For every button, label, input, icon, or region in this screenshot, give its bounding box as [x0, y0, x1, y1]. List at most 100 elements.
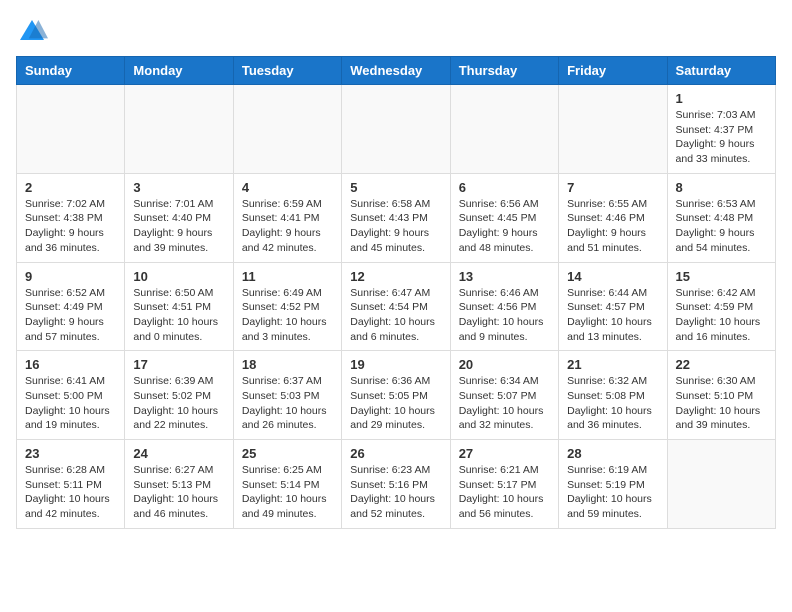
- day-number: 8: [676, 180, 767, 195]
- day-number: 27: [459, 446, 550, 461]
- day-number: 13: [459, 269, 550, 284]
- day-number: 15: [676, 269, 767, 284]
- day-cell: 25 Sunrise: 6:25 AM Sunset: 5:14 PM Dayli…: [233, 440, 341, 529]
- day-info: Sunrise: 6:21 AM Sunset: 5:17 PM Dayligh…: [459, 463, 550, 522]
- day-info: Sunrise: 6:28 AM Sunset: 5:11 PM Dayligh…: [25, 463, 116, 522]
- day-number: 2: [25, 180, 116, 195]
- day-number: 19: [350, 357, 441, 372]
- day-number: 16: [25, 357, 116, 372]
- day-cell: [559, 85, 667, 174]
- day-cell: 9 Sunrise: 6:52 AM Sunset: 4:49 PM Daylig…: [17, 262, 125, 351]
- header-monday: Monday: [125, 57, 233, 85]
- week-row-1: 2 Sunrise: 7:02 AM Sunset: 4:38 PM Daylig…: [17, 173, 776, 262]
- day-cell: [233, 85, 341, 174]
- day-number: 20: [459, 357, 550, 372]
- day-number: 18: [242, 357, 333, 372]
- header-friday: Friday: [559, 57, 667, 85]
- day-number: 24: [133, 446, 224, 461]
- day-number: 14: [567, 269, 658, 284]
- day-info: Sunrise: 6:30 AM Sunset: 5:10 PM Dayligh…: [676, 374, 767, 433]
- day-cell: 2 Sunrise: 7:02 AM Sunset: 4:38 PM Daylig…: [17, 173, 125, 262]
- day-info: Sunrise: 7:02 AM Sunset: 4:38 PM Dayligh…: [25, 197, 116, 256]
- day-cell: 14Sunrise: 6:44 AM Sunset: 4:57 PM Dayli…: [559, 262, 667, 351]
- day-number: 28: [567, 446, 658, 461]
- day-number: 21: [567, 357, 658, 372]
- day-info: Sunrise: 6:36 AM Sunset: 5:05 PM Dayligh…: [350, 374, 441, 433]
- day-cell: 11 Sunrise: 6:49 AM Sunset: 4:52 PM Dayli…: [233, 262, 341, 351]
- day-info: Sunrise: 6:41 AM Sunset: 5:00 PM Dayligh…: [25, 374, 116, 433]
- day-info: Sunrise: 6:56 AM Sunset: 4:45 PM Dayligh…: [459, 197, 550, 256]
- day-info: Sunrise: 6:25 AM Sunset: 5:14 PM Dayligh…: [242, 463, 333, 522]
- day-info: Sunrise: 6:58 AM Sunset: 4:43 PM Dayligh…: [350, 197, 441, 256]
- day-number: 22: [676, 357, 767, 372]
- header-row: SundayMondayTuesdayWednesdayThursdayFrid…: [17, 57, 776, 85]
- day-cell: 10Sunrise: 6:50 AM Sunset: 4:51 PM Dayli…: [125, 262, 233, 351]
- day-info: Sunrise: 6:52 AM Sunset: 4:49 PM Dayligh…: [25, 286, 116, 345]
- day-info: Sunrise: 7:01 AM Sunset: 4:40 PM Dayligh…: [133, 197, 224, 256]
- day-cell: 1Sunrise: 7:03 AM Sunset: 4:37 PM Daylig…: [667, 85, 775, 174]
- day-number: 11: [242, 269, 333, 284]
- day-number: 6: [459, 180, 550, 195]
- day-info: Sunrise: 6:23 AM Sunset: 5:16 PM Dayligh…: [350, 463, 441, 522]
- day-number: 3: [133, 180, 224, 195]
- day-info: Sunrise: 6:37 AM Sunset: 5:03 PM Dayligh…: [242, 374, 333, 433]
- week-row-3: 16 Sunrise: 6:41 AM Sunset: 5:00 PM Dayli…: [17, 351, 776, 440]
- day-info: Sunrise: 6:39 AM Sunset: 5:02 PM Dayligh…: [133, 374, 224, 433]
- day-info: Sunrise: 6:42 AM Sunset: 4:59 PM Dayligh…: [676, 286, 767, 345]
- day-info: Sunrise: 6:55 AM Sunset: 4:46 PM Dayligh…: [567, 197, 658, 256]
- day-cell: 13 Sunrise: 6:46 AM Sunset: 4:56 PM Dayli…: [450, 262, 558, 351]
- day-cell: [342, 85, 450, 174]
- week-row-4: 23 Sunrise: 6:28 AM Sunset: 5:11 PM Dayli…: [17, 440, 776, 529]
- day-info: Sunrise: 6:34 AM Sunset: 5:07 PM Dayligh…: [459, 374, 550, 433]
- day-cell: 7 Sunrise: 6:55 AM Sunset: 4:46 PM Daylig…: [559, 173, 667, 262]
- header-saturday: Saturday: [667, 57, 775, 85]
- day-cell: 12Sunrise: 6:47 AM Sunset: 4:54 PM Dayli…: [342, 262, 450, 351]
- header-thursday: Thursday: [450, 57, 558, 85]
- header-wednesday: Wednesday: [342, 57, 450, 85]
- day-cell: 4 Sunrise: 6:59 AM Sunset: 4:41 PM Daylig…: [233, 173, 341, 262]
- day-info: Sunrise: 6:53 AM Sunset: 4:48 PM Dayligh…: [676, 197, 767, 256]
- day-number: 17: [133, 357, 224, 372]
- day-info: Sunrise: 6:59 AM Sunset: 4:41 PM Dayligh…: [242, 197, 333, 256]
- day-cell: 6 Sunrise: 6:56 AM Sunset: 4:45 PM Daylig…: [450, 173, 558, 262]
- day-cell: 27 Sunrise: 6:21 AM Sunset: 5:17 PM Dayli…: [450, 440, 558, 529]
- day-cell: [125, 85, 233, 174]
- day-number: 4: [242, 180, 333, 195]
- day-number: 25: [242, 446, 333, 461]
- day-cell: 24 Sunrise: 6:27 AM Sunset: 5:13 PM Dayli…: [125, 440, 233, 529]
- logo-icon: [16, 16, 48, 48]
- day-info: Sunrise: 6:49 AM Sunset: 4:52 PM Dayligh…: [242, 286, 333, 345]
- day-number: 26: [350, 446, 441, 461]
- day-cell: 23 Sunrise: 6:28 AM Sunset: 5:11 PM Dayli…: [17, 440, 125, 529]
- day-cell: 19 Sunrise: 6:36 AM Sunset: 5:05 PM Dayli…: [342, 351, 450, 440]
- day-cell: 18 Sunrise: 6:37 AM Sunset: 5:03 PM Dayli…: [233, 351, 341, 440]
- day-cell: [450, 85, 558, 174]
- day-number: 7: [567, 180, 658, 195]
- day-number: 10: [133, 269, 224, 284]
- day-cell: 20 Sunrise: 6:34 AM Sunset: 5:07 PM Dayli…: [450, 351, 558, 440]
- day-cell: [667, 440, 775, 529]
- week-row-0: 1Sunrise: 7:03 AM Sunset: 4:37 PM Daylig…: [17, 85, 776, 174]
- day-info: Sunrise: 6:32 AM Sunset: 5:08 PM Dayligh…: [567, 374, 658, 433]
- day-cell: 26 Sunrise: 6:23 AM Sunset: 5:16 PM Dayli…: [342, 440, 450, 529]
- day-cell: 3 Sunrise: 7:01 AM Sunset: 4:40 PM Daylig…: [125, 173, 233, 262]
- day-cell: 28Sunrise: 6:19 AM Sunset: 5:19 PM Dayli…: [559, 440, 667, 529]
- day-cell: 21 Sunrise: 6:32 AM Sunset: 5:08 PM Dayli…: [559, 351, 667, 440]
- day-number: 9: [25, 269, 116, 284]
- week-row-2: 9 Sunrise: 6:52 AM Sunset: 4:49 PM Daylig…: [17, 262, 776, 351]
- day-cell: 16 Sunrise: 6:41 AM Sunset: 5:00 PM Dayli…: [17, 351, 125, 440]
- logo: [16, 16, 52, 48]
- day-number: 5: [350, 180, 441, 195]
- day-info: Sunrise: 7:03 AM Sunset: 4:37 PM Dayligh…: [676, 108, 767, 167]
- day-cell: [17, 85, 125, 174]
- day-info: Sunrise: 6:47 AM Sunset: 4:54 PM Dayligh…: [350, 286, 441, 345]
- day-cell: 22 Sunrise: 6:30 AM Sunset: 5:10 PM Dayli…: [667, 351, 775, 440]
- day-info: Sunrise: 6:46 AM Sunset: 4:56 PM Dayligh…: [459, 286, 550, 345]
- day-cell: 8 Sunrise: 6:53 AM Sunset: 4:48 PM Daylig…: [667, 173, 775, 262]
- day-info: Sunrise: 6:27 AM Sunset: 5:13 PM Dayligh…: [133, 463, 224, 522]
- header-tuesday: Tuesday: [233, 57, 341, 85]
- day-cell: 17 Sunrise: 6:39 AM Sunset: 5:02 PM Dayli…: [125, 351, 233, 440]
- day-cell: 5 Sunrise: 6:58 AM Sunset: 4:43 PM Daylig…: [342, 173, 450, 262]
- header-sunday: Sunday: [17, 57, 125, 85]
- day-number: 23: [25, 446, 116, 461]
